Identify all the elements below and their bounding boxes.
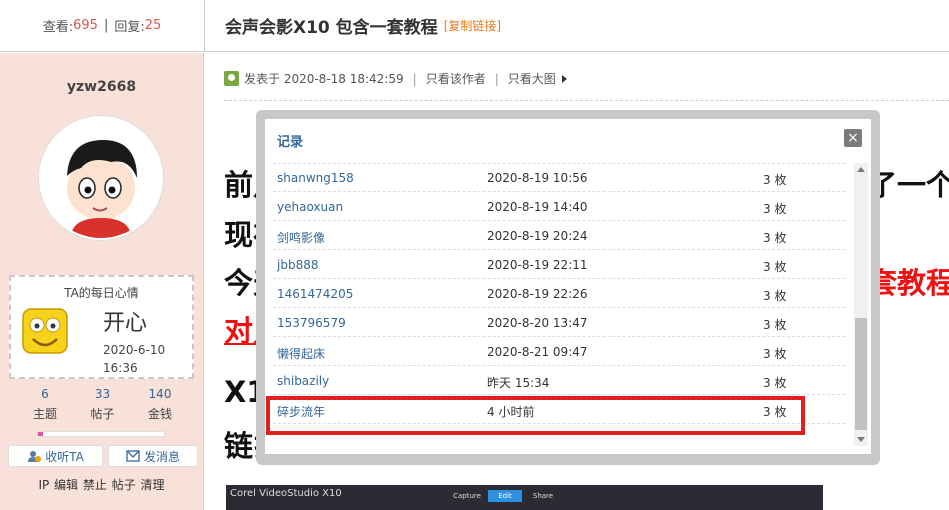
record-user[interactable]: 剑鸣影像	[277, 229, 325, 246]
table-row: 剑鸣影像 2020-8-19 20:24 3 枚	[273, 221, 845, 250]
table-row: shanwng158 2020-8-19 10:56 3 枚	[273, 163, 845, 192]
record-user[interactable]: 1461474205	[277, 287, 353, 301]
record-user[interactable]: yehaoxuan	[277, 200, 343, 214]
send-message-button[interactable]: 发消息	[108, 445, 198, 467]
only-images-link[interactable]: 只看大图	[508, 70, 556, 87]
thread-title: 会声会影X10 包含一套教程	[225, 18, 438, 38]
avatar[interactable]	[39, 116, 163, 240]
record-count: 3 枚	[763, 202, 787, 216]
only-author-link[interactable]: 只看该作者	[426, 70, 486, 87]
record-user[interactable]: shanwng158	[277, 171, 354, 185]
table-row: 153796579 2020-8-20 13:47 3 枚	[273, 308, 845, 337]
envelope-icon	[126, 450, 140, 462]
divider	[224, 100, 949, 101]
record-time: 2020-8-19 20:24	[487, 229, 588, 243]
record-time: 2020-8-19 10:56	[487, 171, 588, 185]
follow-user-icon	[28, 451, 42, 462]
record-time: 2020-8-19 22:11	[487, 258, 588, 272]
author-sidebar: yzw2668 TA的每日心情 开心 2020-6-10 16:36 6 主题 …	[0, 53, 204, 510]
scroll-up-icon[interactable]	[857, 167, 865, 172]
views-label: 查看:	[42, 20, 74, 35]
table-row: 懒得起床 2020-8-21 09:47 3 枚	[273, 337, 845, 366]
record-count: 3 枚	[763, 347, 787, 361]
level-progress-bar	[37, 431, 165, 437]
record-list-scrollbar[interactable]	[854, 163, 868, 446]
record-count: 3 枚	[763, 173, 787, 187]
record-time: 2020-8-19 14:40	[487, 200, 588, 214]
mood-title: TA的每日心情	[64, 286, 139, 300]
views-count: 695	[73, 18, 98, 33]
record-count: 3 枚	[763, 289, 787, 303]
record-user[interactable]: 153796579	[277, 316, 346, 330]
video-tab-capture: Capture	[453, 492, 481, 500]
stat-threads[interactable]: 6 主题	[20, 387, 70, 422]
record-time: 2020-8-21 09:47	[487, 345, 588, 359]
record-count: 3 枚	[763, 318, 787, 332]
table-row: jbb888 2020-8-19 22:11 3 枚	[273, 250, 845, 279]
mood-text: 开心	[103, 311, 148, 336]
follow-button[interactable]: 收听TA	[8, 445, 103, 467]
table-row: yehaoxuan 2020-8-19 14:40 3 枚	[273, 192, 845, 221]
level-progress-fill	[38, 432, 44, 436]
author-username[interactable]: yzw2668	[0, 79, 203, 95]
replies-label: 回复:	[114, 20, 145, 35]
post-line-3-right: 套教程	[868, 266, 949, 300]
record-user[interactable]: 懒得起床	[277, 345, 325, 362]
stat-posts[interactable]: 33 帖子	[78, 387, 128, 422]
scroll-down-icon[interactable]	[857, 437, 865, 442]
mood-date: 2020-6-10	[103, 343, 166, 357]
avatar-cartoon-icon	[41, 118, 161, 238]
mood-time: 16:36	[103, 361, 138, 375]
record-user[interactable]: jbb888	[277, 258, 318, 272]
record-time: 2020-8-19 22:26	[487, 287, 588, 301]
chevron-right-icon	[561, 74, 567, 83]
stat-money[interactable]: 140 金钱	[135, 387, 185, 422]
record-time: 昨天 15:34	[487, 376, 550, 390]
replies-count: 25	[144, 18, 162, 33]
highlight-box	[266, 396, 805, 435]
author-stats: 6 主题 33 帖子 140 金钱	[20, 387, 185, 422]
scroll-thumb[interactable]	[855, 318, 867, 430]
admin-links[interactable]: IP 编辑 禁止 帖子 清理	[0, 476, 203, 493]
record-count: 3 枚	[763, 231, 787, 245]
video-tab-share: Share	[532, 492, 554, 500]
record-count: 3 枚	[763, 260, 787, 274]
posted-at: 发表于 2020-8-18 18:42:59	[244, 72, 404, 86]
post-line-1-right: 了一个	[868, 168, 949, 202]
video-tab-edit: Edit	[488, 490, 522, 502]
copy-link-button[interactable]: [复制链接]	[444, 17, 501, 34]
happy-face-icon	[22, 308, 68, 354]
record-time: 2020-8-20 13:47	[487, 316, 588, 330]
online-status-icon	[224, 71, 239, 86]
thread-stats: 查看: 695 | 回复: 25	[0, 0, 204, 52]
table-row: shibazily 昨天 15:34 3 枚	[273, 366, 845, 395]
video-app-logo: Corel VideoStudio X10	[230, 488, 342, 499]
thread-header: 会声会影X10 包含一套教程 [复制链接]	[204, 0, 949, 52]
table-row: 1461474205 2020-8-19 22:26 3 枚	[273, 279, 845, 308]
dialog-title: 记录	[277, 135, 304, 150]
video-preview-image[interactable]: Corel VideoStudio X10 Capture Edit Share	[226, 485, 823, 510]
record-user[interactable]: shibazily	[277, 374, 329, 388]
post-meta: 发表于 2020-8-18 18:42:59 | 只看该作者 | 只看大图	[224, 70, 567, 87]
daily-mood-box: TA的每日心情 开心 2020-6-10 16:36	[9, 275, 194, 379]
record-count: 3 枚	[763, 376, 787, 390]
close-icon[interactable]: ×	[844, 129, 862, 147]
